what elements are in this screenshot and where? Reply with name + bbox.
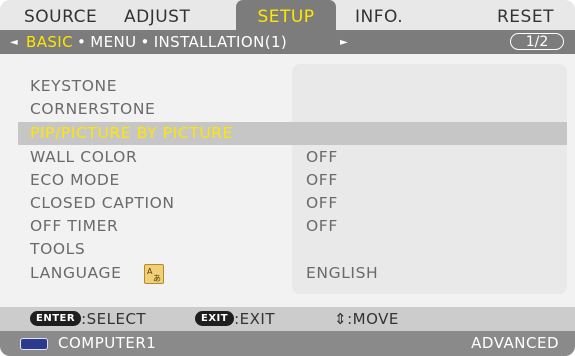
tab-adjust[interactable]: ADJUST: [124, 0, 190, 30]
help-bar: ENTER:SELECT EXIT:EXIT ⇕:MOVE: [0, 307, 575, 331]
menu-item-label: LANGUAGE: [30, 264, 122, 282]
menu-item-value: ENGLISH: [306, 264, 379, 282]
tab-setup[interactable]: SETUP: [236, 0, 336, 30]
menu-item-label: WALL COLOR: [30, 148, 138, 166]
subtab-installation[interactable]: INSTALLATION(1): [154, 33, 287, 51]
tab-source[interactable]: SOURCE: [24, 0, 97, 30]
help-move-text: ⇕:MOVE: [334, 310, 399, 328]
menu-item-closed-caption[interactable]: CLOSED CAPTION OFF: [0, 192, 575, 215]
menu-item-label: CORNERSTONE: [30, 100, 156, 118]
help-select: ENTER:SELECT: [30, 307, 146, 331]
enter-key-icon: ENTER: [30, 311, 82, 326]
computer-input-icon: [20, 338, 48, 350]
menu-item-cornerstone[interactable]: CORNERSTONE: [0, 98, 575, 121]
tab-reset[interactable]: RESET: [497, 0, 554, 30]
menu-item-label: TOOLS: [30, 240, 86, 258]
menu-item-value: OFF: [306, 217, 338, 235]
svg-text:あ: あ: [153, 274, 161, 283]
menu-item-label: KEYSTONE: [30, 77, 118, 95]
sub-tab-list: BASIC • MENU • INSTALLATION(1): [26, 30, 287, 54]
menu-item-value: OFF: [306, 194, 338, 212]
right-arrow-icon[interactable]: ►: [340, 30, 348, 55]
menu-item-label: PIP/PICTURE BY PICTURE: [30, 124, 234, 142]
page-indicator: 1/2: [510, 33, 564, 50]
left-arrow-icon[interactable]: ◄: [10, 30, 18, 55]
menu-item-label: ECO MODE: [30, 171, 120, 189]
menu-item-pip[interactable]: PIP/PICTURE BY PICTURE: [18, 122, 567, 145]
menu-item-label: CLOSED CAPTION: [30, 194, 175, 212]
menu-item-tools[interactable]: TOOLS: [0, 238, 575, 261]
input-source: COMPUTER1: [58, 334, 157, 352]
menu-item-off-timer[interactable]: OFF TIMER OFF: [0, 215, 575, 238]
tab-info[interactable]: INFO.: [355, 0, 403, 30]
language-icon: A あ: [144, 264, 164, 284]
menu-item-value: OFF: [306, 171, 338, 189]
status-bar: COMPUTER1 ADVANCED: [0, 331, 575, 356]
menu-mode: ADVANCED: [471, 334, 559, 352]
help-exit-text: :EXIT: [234, 310, 275, 328]
menu-item-label: OFF TIMER: [30, 217, 119, 235]
menu-item-eco-mode[interactable]: ECO MODE OFF: [0, 169, 575, 192]
subtab-basic[interactable]: BASIC: [26, 33, 73, 51]
subtab-menu[interactable]: MENU: [90, 33, 136, 51]
main-tab-bar: SOURCE ADJUST SETUP INFO. RESET: [0, 0, 575, 30]
menu-item-keystone[interactable]: KEYSTONE: [0, 75, 575, 98]
exit-key-icon: EXIT: [195, 311, 235, 326]
sub-tab-bar: ◄ BASIC • MENU • INSTALLATION(1) ► 1/2: [0, 30, 575, 54]
help-exit: EXIT:EXIT: [195, 307, 275, 331]
menu-item-wall-color[interactable]: WALL COLOR OFF: [0, 146, 575, 169]
separator-dot: •: [140, 33, 150, 51]
help-select-text: :SELECT: [81, 310, 147, 328]
projector-menu: SOURCE ADJUST SETUP INFO. RESET ◄ BASIC •…: [0, 0, 575, 356]
separator-dot: •: [76, 33, 87, 51]
menu-item-value: OFF: [306, 148, 338, 166]
menu-item-language[interactable]: LANGUAGE A あ ENGLISH: [0, 262, 575, 285]
